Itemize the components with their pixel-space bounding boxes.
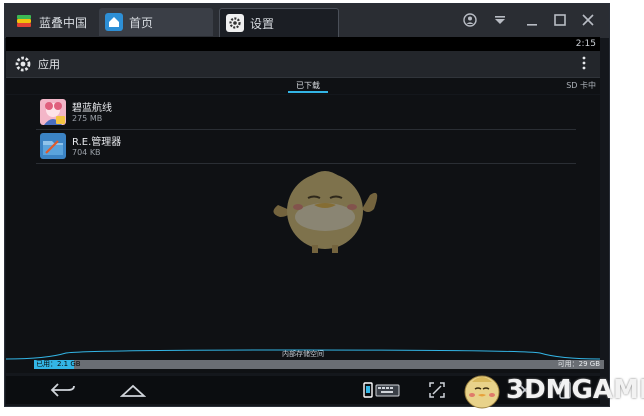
tab-home-label: 首页	[129, 15, 154, 30]
tab-settings-label: 设置	[250, 16, 275, 31]
maximize-button[interactable]	[553, 13, 567, 31]
close-button[interactable]	[581, 13, 595, 31]
gear-icon	[226, 14, 244, 32]
site-watermark: 3DMGAME	[460, 368, 644, 412]
app-name: 蓝叠中国	[39, 15, 88, 30]
app-logo-tab[interactable]: 蓝叠中国	[9, 8, 91, 36]
home-icon	[105, 13, 123, 31]
tab-home[interactable]: 首页	[99, 8, 213, 36]
page-title: 应用	[38, 58, 60, 71]
fullscreen-icon[interactable]	[424, 380, 450, 400]
active-tab-indicator	[288, 91, 328, 93]
minimize-button[interactable]	[525, 13, 539, 31]
android-status-bar: 2:15	[6, 37, 600, 51]
bluestacks-logo-icon	[15, 13, 33, 31]
dropdown-menu-icon[interactable]	[493, 13, 507, 31]
list-item[interactable]: 碧蓝航线 275 MB	[36, 95, 576, 130]
watermark-mascot-logo	[464, 375, 500, 409]
azur-lane-app-icon	[40, 99, 66, 125]
storage-used-text: 已用：2.1 GB	[36, 360, 81, 368]
status-time: 2:15	[575, 39, 596, 49]
title-bar: 蓝叠中国 首页 设置	[5, 4, 609, 38]
watermark-text: 3DMGAME	[506, 375, 644, 405]
tab-downloaded[interactable]: 已下载	[296, 80, 320, 91]
back-button[interactable]	[48, 380, 78, 400]
app-size: 704 KB	[72, 148, 101, 157]
tab-sdcard[interactable]: SD 卡中	[566, 80, 596, 91]
settings-gear-icon[interactable]	[14, 55, 32, 73]
app-size: 275 MB	[72, 114, 103, 123]
app-name: 碧蓝航线	[72, 103, 112, 114]
home-button[interactable]	[118, 380, 148, 400]
account-icon[interactable]	[463, 13, 477, 31]
re-manager-app-icon	[40, 133, 66, 159]
mascot-watermark-image	[270, 165, 380, 255]
overflow-menu-icon[interactable]	[582, 56, 586, 73]
app-list: 碧蓝航线 275 MB R.E.管理器 704 KB	[6, 95, 600, 355]
storage-label: 内部存储空间	[282, 350, 324, 358]
settings-action-bar: 应用	[6, 51, 600, 78]
list-item[interactable]: R.E.管理器 704 KB	[36, 129, 576, 164]
app-filter-tabs: 已下载 SD 卡中	[6, 78, 600, 94]
app-name: R.E.管理器	[72, 137, 122, 148]
keyboard-toggle-button[interactable]	[362, 380, 402, 400]
tab-settings[interactable]: 设置	[219, 8, 339, 37]
